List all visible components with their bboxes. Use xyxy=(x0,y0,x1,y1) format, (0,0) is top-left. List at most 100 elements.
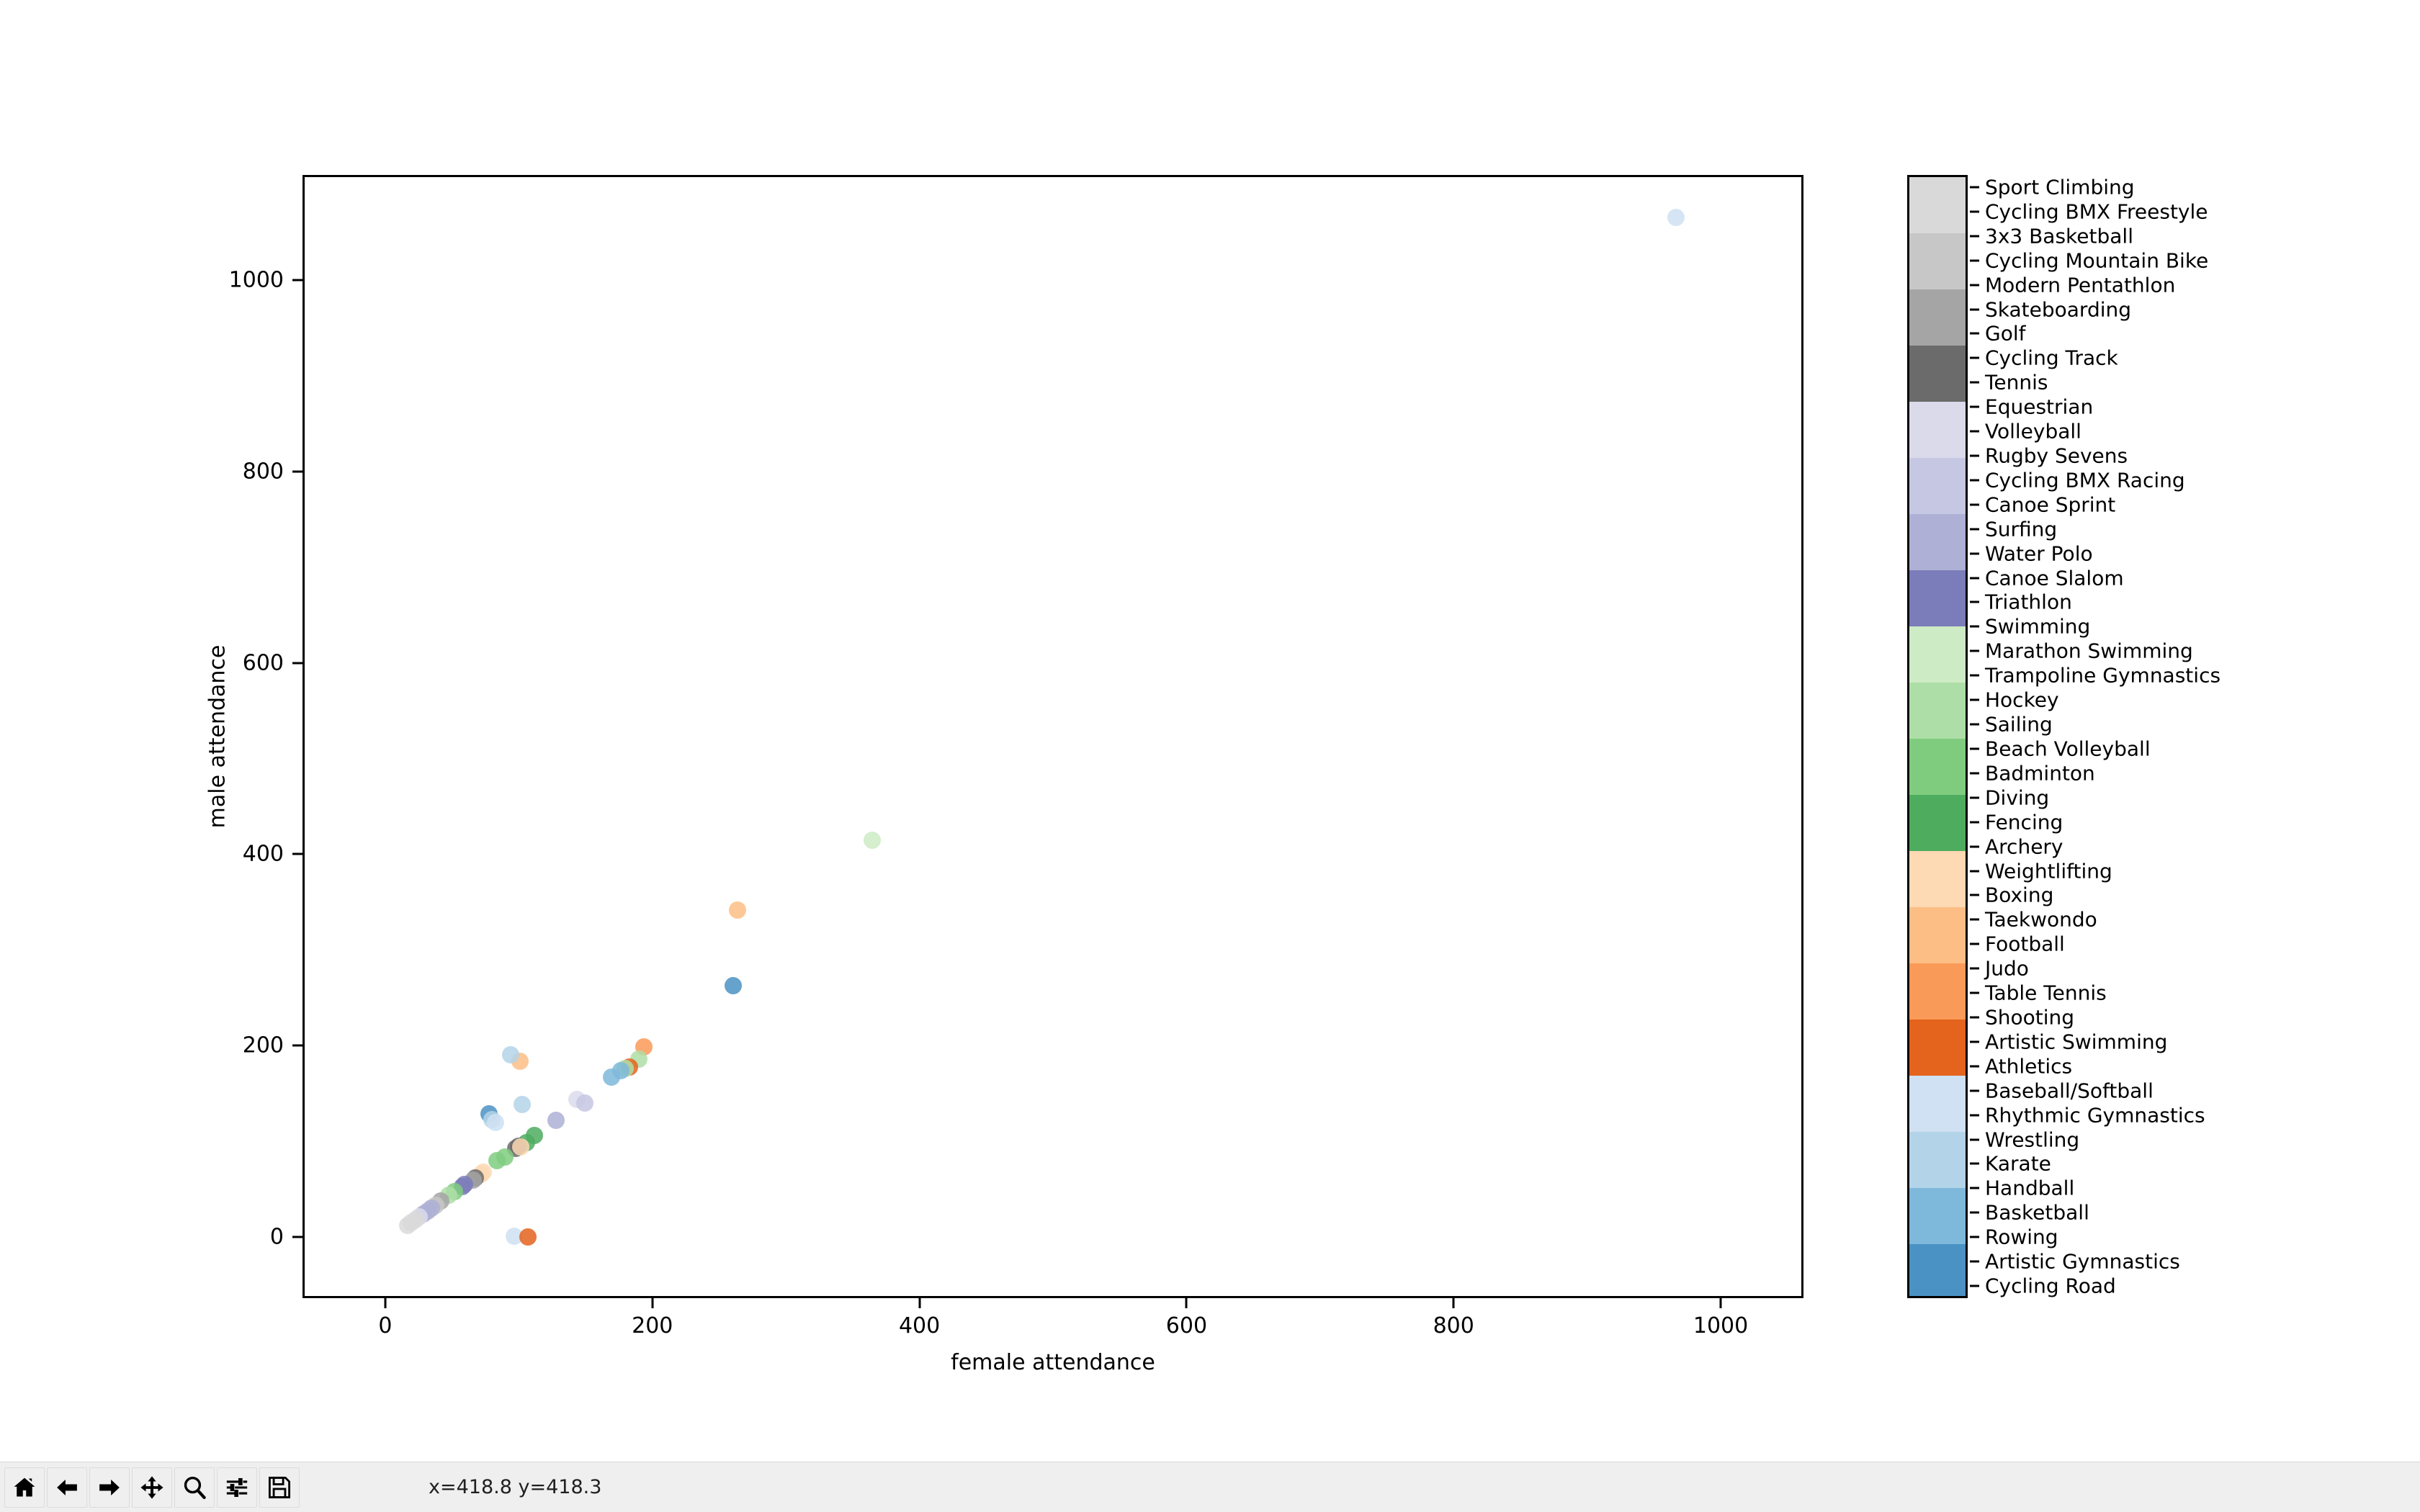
colorbar-category-label: Table Tennis xyxy=(1985,981,2107,1005)
colorbar-tick-mark xyxy=(1970,918,1979,921)
scatter-point xyxy=(398,1217,416,1235)
y-tick-label: 400 xyxy=(242,841,284,867)
colorbar-category-label: Football xyxy=(1985,932,2065,956)
colorbar-category-label: Cycling Track xyxy=(1985,346,2118,370)
y-tick-label: 200 xyxy=(242,1032,284,1058)
y-tick-label: 600 xyxy=(242,650,284,676)
x-tick-mark xyxy=(1185,1298,1188,1308)
zoom-button[interactable] xyxy=(174,1467,215,1508)
colorbar-category-label: Baseball/Softball xyxy=(1985,1079,2154,1103)
colorbar-band xyxy=(1909,1076,1966,1133)
colorbar-tick-mark xyxy=(1970,1187,1979,1189)
colorbar-tick-mark xyxy=(1970,332,1979,335)
colorbar-category-label: Marathon Swimming xyxy=(1985,639,2193,663)
colorbar-category-label: Canoe Slalom xyxy=(1985,566,2124,590)
category-colorbar[interactable] xyxy=(1907,175,1968,1298)
scatter-plot-area[interactable] xyxy=(305,177,1801,1296)
colorbar-tick-mark xyxy=(1970,674,1979,677)
colorbar-category-label: Rugby Sevens xyxy=(1985,444,2128,468)
colorbar-tick-mark xyxy=(1970,405,1979,408)
back-button[interactable] xyxy=(47,1467,87,1508)
colorbar-tick-mark xyxy=(1970,1162,1979,1165)
colorbar-category-label: 3x3 Basketball xyxy=(1985,224,2133,248)
colorbar-band xyxy=(1909,233,1966,290)
colorbar-category-label: Canoe Sprint xyxy=(1985,492,2116,517)
plot-axes-frame[interactable] xyxy=(302,175,1803,1298)
colorbar-tick-mark xyxy=(1970,259,1979,262)
colorbar-band xyxy=(1909,289,1966,346)
pan-button[interactable] xyxy=(132,1467,172,1508)
colorbar-category-label: Boxing xyxy=(1985,883,2054,907)
colorbar-tick-mark xyxy=(1970,577,1979,580)
colorbar-category-label: Athletics xyxy=(1985,1054,2073,1079)
colorbar-category-label: Skateboarding xyxy=(1985,297,2132,322)
colorbar-tick-mark xyxy=(1970,210,1979,213)
scatter-point xyxy=(863,831,881,849)
colorbar-band xyxy=(1909,177,1966,234)
scatter-point xyxy=(612,1062,630,1080)
colorbar-tick-mark xyxy=(1970,796,1979,799)
colorbar-category-label: Golf xyxy=(1985,321,2026,346)
colorbar-band xyxy=(1909,626,1966,683)
colorbar-tick-mark xyxy=(1970,1114,1979,1117)
toolbar-separator xyxy=(302,1468,321,1507)
colorbar-band xyxy=(1909,402,1966,459)
x-tick-label: 600 xyxy=(1165,1313,1208,1338)
scatter-point xyxy=(487,1113,505,1131)
save-figure-button[interactable] xyxy=(259,1467,300,1508)
home-button[interactable] xyxy=(4,1467,45,1508)
colorbar-category-label: Shooting xyxy=(1985,1005,2075,1030)
colorbar-tick-mark xyxy=(1970,625,1979,628)
colorbar-category-label: Diving xyxy=(1985,786,2050,810)
colorbar-tick-mark xyxy=(1970,723,1979,726)
colorbar-tick-mark xyxy=(1970,308,1979,311)
colorbar-tick-mark xyxy=(1970,552,1979,555)
forward-button[interactable] xyxy=(89,1467,130,1508)
colorbar-category-label: Judo xyxy=(1985,956,2029,981)
colorbar-tick-mark xyxy=(1970,186,1979,189)
colorbar-tick-mark xyxy=(1970,1089,1979,1092)
scatter-point xyxy=(728,901,746,919)
colorbar-category-label: Modern Pentathlon xyxy=(1985,273,2176,297)
colorbar-band xyxy=(1909,907,1966,964)
x-tick-label: 1000 xyxy=(1693,1313,1749,1338)
scatter-point xyxy=(501,1045,519,1063)
x-tick-mark xyxy=(651,1298,654,1308)
colorbar-category-label: Rowing xyxy=(1985,1225,2058,1249)
colorbar-tick-mark xyxy=(1970,1260,1979,1263)
colorbar-tick-mark xyxy=(1970,1065,1979,1068)
colorbar-tick-mark xyxy=(1970,747,1979,750)
colorbar-band xyxy=(1909,514,1966,571)
home-icon xyxy=(12,1475,37,1500)
colorbar-category-label: Cycling BMX Freestyle xyxy=(1985,199,2208,224)
colorbar-category-label: Sport Climbing xyxy=(1985,175,2135,199)
configure-subplots-button[interactable] xyxy=(217,1467,257,1508)
x-tick-mark xyxy=(918,1298,921,1308)
x-tick-label: 400 xyxy=(898,1313,941,1338)
arrow-left-icon xyxy=(55,1475,79,1500)
y-tick-label: 1000 xyxy=(228,267,284,293)
colorbar-tick-mark xyxy=(1970,430,1979,433)
colorbar-tick-mark xyxy=(1970,967,1979,970)
colorbar-tick-mark xyxy=(1970,1211,1979,1214)
colorbar-category-label: Artistic Gymnastics xyxy=(1985,1249,2180,1274)
colorbar-tick-mark xyxy=(1970,1236,1979,1238)
x-tick-label: 0 xyxy=(378,1313,393,1338)
x-tick-mark xyxy=(384,1298,387,1308)
colorbar-category-label: Archery xyxy=(1985,834,2063,859)
y-axis-label: male attendance xyxy=(205,644,230,829)
scatter-point xyxy=(512,1138,530,1156)
colorbar-band xyxy=(1909,570,1966,627)
colorbar-band xyxy=(1909,683,1966,739)
scatter-point xyxy=(547,1112,565,1130)
colorbar-tick-mark xyxy=(1970,649,1979,652)
colorbar-category-label: Basketball xyxy=(1985,1200,2089,1225)
colorbar-tick-mark xyxy=(1970,991,1979,994)
matplotlib-navigation-toolbar: x=418.8 y=418.3 xyxy=(0,1462,2420,1512)
colorbar-tick-mark xyxy=(1970,845,1979,848)
scatter-point xyxy=(514,1095,532,1113)
y-tick-mark xyxy=(292,470,302,473)
x-tick-mark xyxy=(1719,1298,1722,1308)
move-arrows-icon xyxy=(140,1475,164,1500)
colorbar-category-label: Wrestling xyxy=(1985,1128,2080,1152)
